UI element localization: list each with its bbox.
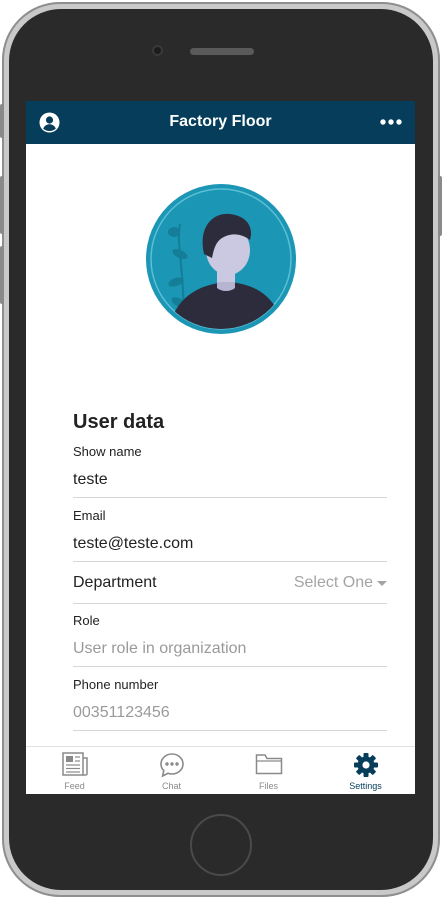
tab-files-label: Files	[258, 781, 278, 791]
phone-number-label: Phone number	[73, 677, 159, 692]
user-avatar-illustration	[146, 184, 296, 334]
phone-number-input[interactable]: 00351123456	[73, 704, 170, 722]
folder-icon	[220, 752, 317, 778]
role-input[interactable]: User role in organization	[73, 640, 246, 658]
show-name-input[interactable]: teste	[73, 471, 108, 489]
tab-files[interactable]: Files	[220, 747, 317, 794]
show-name-label: Show name	[73, 444, 142, 459]
email-field[interactable]: Email teste@teste.com	[73, 508, 387, 562]
profile-avatar[interactable]	[146, 184, 296, 334]
side-button-mute	[0, 104, 4, 138]
bottom-tab-bar: Feed Chat Files Settings	[26, 746, 415, 794]
department-label: Department	[73, 574, 157, 591]
tab-chat-label: Chat	[161, 781, 181, 791]
chat-bubble-icon	[123, 752, 220, 778]
role-field[interactable]: Role User role in organization	[73, 613, 387, 667]
tab-feed-label: Feed	[64, 781, 85, 791]
app-title: Factory Floor	[169, 113, 272, 130]
app-header: Factory Floor	[26, 101, 415, 144]
newspaper-icon	[26, 752, 123, 778]
email-input[interactable]: teste@teste.com	[73, 535, 193, 553]
chevron-down-icon[interactable]	[377, 581, 387, 586]
app-screen: Factory Floor User data Show name teste …	[26, 101, 415, 794]
show-name-field[interactable]: Show name teste	[73, 444, 387, 498]
side-button-volume-up	[0, 176, 4, 234]
front-camera	[152, 45, 163, 56]
tab-settings-label: Settings	[349, 781, 382, 791]
side-button-volume-down	[0, 246, 4, 304]
role-label: Role	[73, 613, 100, 628]
department-select[interactable]: Department Select One	[73, 562, 387, 604]
tab-chat[interactable]: Chat	[123, 747, 220, 794]
phone-number-field[interactable]: Phone number 00351123456	[73, 677, 387, 731]
more-horizontal-icon[interactable]	[379, 115, 403, 129]
home-button[interactable]	[190, 814, 252, 876]
gear-icon	[317, 752, 414, 778]
side-button-power	[438, 176, 442, 236]
department-selected-value[interactable]: Select One	[294, 574, 373, 592]
email-label: Email	[73, 508, 106, 523]
tab-feed[interactable]: Feed	[26, 747, 123, 794]
user-data-heading: User data	[73, 411, 165, 433]
earpiece-speaker	[190, 48, 254, 55]
tab-settings[interactable]: Settings	[317, 747, 414, 794]
